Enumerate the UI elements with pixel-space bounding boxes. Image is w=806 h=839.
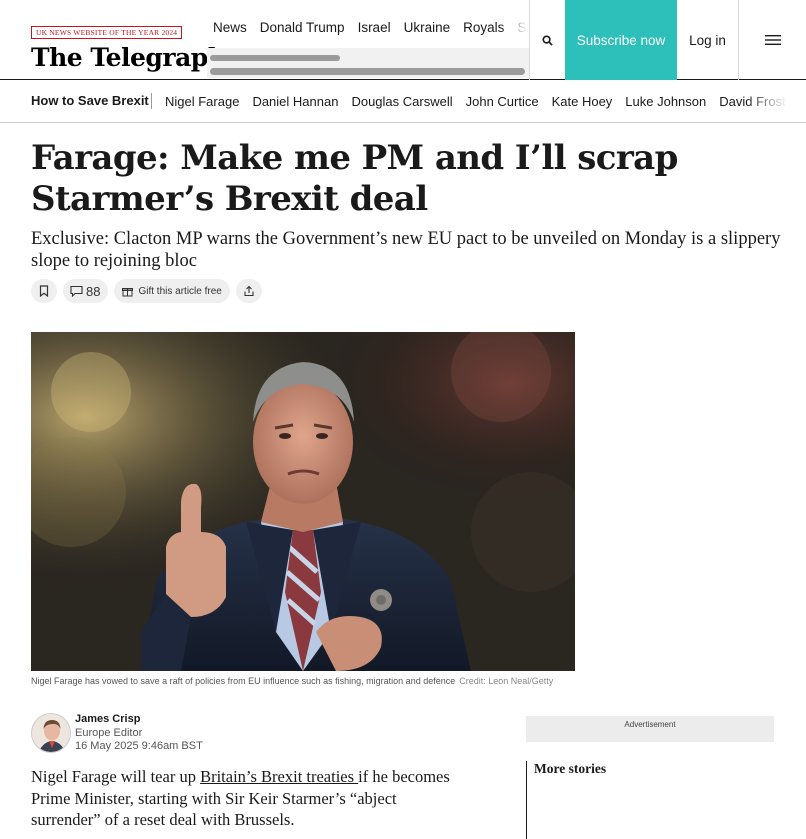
nav-item-sport[interactable]: Sport [517,18,528,38]
author-name[interactable]: James Crisp [75,713,140,725]
body-text-start: Nigel Farage will tear up [31,767,201,786]
search-button[interactable] [529,0,565,80]
topic-link-kate-hoey[interactable]: Kate Hoey [552,94,613,109]
topic-link-david-frost[interactable]: David Frost [719,94,785,109]
nav-item-ukraine[interactable]: Ukraine [404,18,451,38]
bookmark-icon [39,285,49,297]
article-actions: 88 Gift this article free [31,279,262,303]
telegraph-logo[interactable]: The Telegraph [31,41,226,75]
nav-item-donald-trump[interactable]: Donald Trump [260,18,345,38]
nav-item-news[interactable]: News [213,18,247,38]
author-avatar[interactable] [31,713,71,753]
topic-link-daniel-hannan[interactable]: Daniel Hannan [252,94,338,109]
nav-scrollbar-thumb[interactable] [210,55,340,61]
gift-icon [122,287,134,296]
article-body-paragraph: Nigel Farage will tear up Britain’s Brex… [31,766,451,831]
article-standfirst: Exclusive: Clacton MP warns the Governme… [31,229,781,271]
more-stories-panel: More stories [526,761,774,839]
subscribe-button[interactable]: Subscribe now [565,0,677,80]
article-photo [31,332,575,671]
nigel-farage-photo [31,332,575,671]
topic-links: Nigel Farage Daniel Hannan Douglas Carswel… [158,93,792,111]
search-icon [542,34,553,46]
topic-link-nigel-farage[interactable]: Nigel Farage [165,94,239,109]
login-button[interactable]: Log in [677,0,738,80]
comment-count: 88 [86,283,101,299]
photo-credit: Credit: Leon Neal/Getty [459,676,554,686]
article-headline: Farage: Make me PM and I’ll scrap Starme… [31,138,678,219]
nav-scrollbar[interactable] [210,68,525,75]
menu-button[interactable] [738,0,806,80]
topic-link-john-curtice[interactable]: John Curtice [466,94,539,109]
brexit-treaties-link[interactable]: Britain’s Brexit treaties [200,767,358,786]
share-icon [244,285,254,297]
topic-divider [151,93,152,109]
topic-link-douglas-carswell[interactable]: Douglas Carswell [351,94,452,109]
topic-bar: How to Save Brexit Nigel Farage Daniel Ha… [0,80,806,123]
publish-date: 16 May 2025 9:46am BST [75,740,203,752]
topic-link-luke-johnson[interactable]: Luke Johnson [625,94,706,109]
share-button[interactable] [235,279,262,303]
hamburger-menu-icon [764,35,781,45]
bookmark-button[interactable] [31,279,57,303]
gift-article-button[interactable]: Gift this article free [114,279,230,303]
author-role: Europe Editor [75,727,143,739]
advertisement-label: Advertisement [624,720,676,729]
nav-item-royals[interactable]: Royals [463,18,504,38]
author-avatar-image [32,714,70,752]
award-badge: UK NEWS WEBSITE OF THE YEAR 2024 [31,26,183,39]
nav-item-israel[interactable]: Israel [358,18,391,38]
gift-label: Gift this article free [138,285,222,297]
photo-caption: Nigel Farage has vowed to save a raft of… [31,675,575,687]
topic-title[interactable]: How to Save Brexit [31,93,149,108]
site-header: UK NEWS WEBSITE OF THE YEAR 2024 The Tel… [0,0,806,80]
primary-nav: News Donald Trump Israel Ukraine Royals Sport [206,18,528,40]
advertisement-slot[interactable]: Advertisement [526,716,774,742]
comments-button[interactable]: 88 [63,279,109,303]
more-stories-title: More stories [534,761,607,776]
caption-text: Nigel Farage has vowed to save a raft of… [31,676,456,686]
comment-icon [70,285,83,297]
